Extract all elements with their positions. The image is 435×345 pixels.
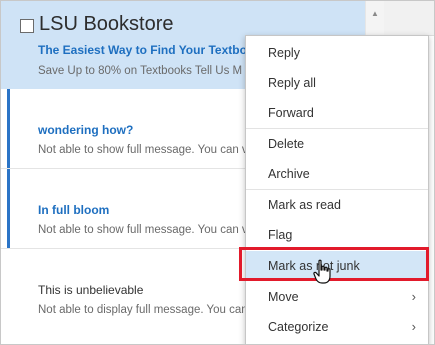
context-menu: Reply Reply all Forward Delete Archive M… (245, 35, 429, 344)
message-subject: wondering how? (38, 123, 134, 137)
menu-item-move[interactable]: Move › (246, 282, 428, 312)
mail-window: LSU Bookstore The Easiest Way to Find Yo… (0, 0, 435, 345)
chevron-right-icon: › (411, 289, 416, 304)
menu-item-label: Categorize (268, 320, 329, 334)
chevron-right-icon: › (411, 319, 416, 334)
message-subject: In full bloom (38, 203, 110, 217)
menu-item-label: Forward (268, 106, 314, 120)
unread-indicator (7, 169, 10, 249)
message-preview: Not able to display full message. You ca… (38, 304, 248, 316)
unread-indicator (7, 89, 10, 169)
menu-item-delete[interactable]: Delete (246, 129, 428, 159)
menu-item-reply[interactable]: Reply (246, 38, 428, 68)
menu-item-forward[interactable]: Forward (246, 98, 428, 128)
message-preview: Not able to show full message. You can v… (38, 224, 251, 236)
menu-item-flag[interactable]: Flag (246, 220, 428, 250)
menu-item-label: Delete (268, 137, 305, 151)
message-subject: This is unbelievable (38, 283, 144, 297)
message-sender: LSU Bookstore (39, 13, 174, 35)
menu-item-label: Reply (268, 46, 300, 60)
annotation-highlight-box (239, 247, 429, 281)
checkbox-icon[interactable] (20, 19, 34, 33)
message-preview: Save Up to 80% on Textbooks Tell Us M (38, 65, 243, 77)
menu-item-mark-as-read[interactable]: Mark as read (246, 190, 428, 220)
menu-item-label: Move (268, 290, 299, 304)
message-subject: The Easiest Way to Find Your Textbook (38, 43, 261, 57)
reading-pane-header (384, 1, 434, 36)
menu-item-label: Flag (268, 228, 293, 242)
menu-item-archive[interactable]: Archive (246, 159, 428, 189)
menu-item-label: Reply all (268, 76, 316, 90)
menu-item-label: Mark as read (268, 198, 341, 212)
scroll-up-arrow-icon[interactable]: ▲ (371, 9, 379, 18)
message-preview: Not able to show full message. You can v… (38, 144, 251, 156)
menu-item-categorize[interactable]: Categorize › (246, 312, 428, 342)
hand-pointer-cursor-icon (313, 259, 331, 284)
menu-item-label: Archive (268, 167, 310, 181)
menu-item-reply-all[interactable]: Reply all (246, 68, 428, 98)
